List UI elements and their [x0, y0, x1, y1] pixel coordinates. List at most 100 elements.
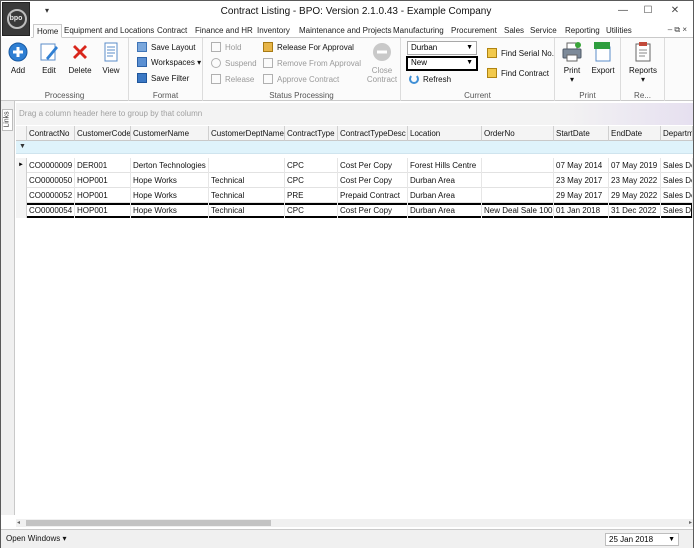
- column-header-customername[interactable]: CustomerName: [131, 126, 209, 141]
- cell-contracttype[interactable]: CPC: [285, 203, 338, 218]
- cell-department[interactable]: Sales De: [661, 158, 693, 173]
- column-header-contracttype[interactable]: ContractType: [285, 126, 338, 141]
- links-tab[interactable]: Links: [2, 109, 13, 131]
- cell-customername[interactable]: Hope Works: [131, 173, 209, 188]
- cell-contracttype[interactable]: CPC: [285, 158, 338, 173]
- cell-customername[interactable]: Hope Works: [131, 203, 209, 218]
- row-indicator[interactable]: [16, 203, 27, 218]
- print-button[interactable]: Print ▾: [557, 41, 587, 84]
- table-row[interactable]: CO0000054 HOP001 Hope Works Technical CPC Cos…: [16, 203, 693, 218]
- cell-contracttypedesc[interactable]: Prepaid Contract: [338, 188, 408, 203]
- cell-contracttypedesc[interactable]: Cost Per Copy: [338, 158, 408, 173]
- row-indicator[interactable]: [16, 173, 27, 188]
- cell-startdate[interactable]: 07 May 2014: [554, 158, 609, 173]
- column-header-contractno[interactable]: ContractNo: [27, 126, 75, 141]
- app-logo[interactable]: bpo: [2, 2, 30, 36]
- workspaces-button[interactable]: Workspaces ▾: [137, 56, 201, 69]
- tab-equipment-and-locations[interactable]: Equipment and Locations: [64, 24, 154, 38]
- cell-startdate[interactable]: 01 Jan 2018: [554, 203, 609, 218]
- cell-enddate[interactable]: 23 May 2022: [609, 173, 661, 188]
- group-by-panel[interactable]: Drag a column header here to group by th…: [16, 103, 693, 125]
- edit-button[interactable]: Edit: [34, 41, 64, 75]
- tab-finance-and-hr[interactable]: Finance and HR: [195, 24, 253, 38]
- column-header-enddate[interactable]: EndDate: [609, 126, 661, 141]
- refresh-button[interactable]: Refresh: [409, 73, 451, 86]
- export-button[interactable]: Export: [588, 41, 618, 75]
- cell-customerdeptname[interactable]: Technical: [209, 188, 285, 203]
- release-for-approval-button[interactable]: Release For Approval: [263, 41, 354, 54]
- cell-customerdeptname[interactable]: Technical: [209, 203, 285, 218]
- suspend-button[interactable]: Suspend: [211, 57, 257, 70]
- column-header-startdate[interactable]: StartDate: [554, 126, 609, 141]
- delete-button[interactable]: Delete: [65, 41, 95, 75]
- cell-customername[interactable]: Derton Technologies: [131, 158, 209, 173]
- cell-contracttype[interactable]: PRE: [285, 188, 338, 203]
- tab-reporting[interactable]: Reporting: [565, 24, 600, 38]
- tab-sales[interactable]: Sales: [504, 24, 524, 38]
- release-button[interactable]: Release: [211, 73, 254, 86]
- column-header-location[interactable]: Location: [408, 126, 482, 141]
- tab-maintenance-and-projects[interactable]: Maintenance and Projects: [299, 24, 392, 38]
- cell-location[interactable]: Durban Area: [408, 203, 482, 218]
- cell-contractno[interactable]: CO0000052: [27, 188, 75, 203]
- cell-orderno[interactable]: [482, 173, 554, 188]
- cell-customername[interactable]: Hope Works: [131, 188, 209, 203]
- auto-filter-row[interactable]: ▼: [16, 141, 693, 154]
- cell-contracttype[interactable]: CPC: [285, 173, 338, 188]
- cell-customercode[interactable]: HOP001: [75, 188, 131, 203]
- scrollbar-thumb[interactable]: [26, 520, 271, 526]
- cell-customercode[interactable]: DER001: [75, 158, 131, 173]
- cell-contracttypedesc[interactable]: Cost Per Copy: [338, 173, 408, 188]
- quick-access-chevron-down-icon[interactable]: ▾: [45, 6, 49, 15]
- table-row[interactable]: CO0000050 HOP001 Hope Works Technical CPC Cos…: [16, 173, 693, 188]
- cell-location[interactable]: Forest Hills Centre: [408, 158, 482, 173]
- tab-contract[interactable]: Contract: [157, 24, 187, 38]
- open-windows-button[interactable]: Open Windows ▾: [6, 534, 67, 543]
- table-row[interactable]: ► CO0000009 DER001 Derton Technologies CPC Co…: [16, 158, 693, 173]
- cell-orderno[interactable]: New Deal Sale 100: [482, 203, 554, 218]
- cell-enddate[interactable]: 29 May 2022: [609, 188, 661, 203]
- column-header-customercode[interactable]: CustomerCode: [75, 126, 131, 141]
- cell-customercode[interactable]: HOP001: [75, 203, 131, 218]
- tab-service[interactable]: Service: [530, 24, 557, 38]
- save-filter-button[interactable]: Save Filter: [137, 72, 189, 85]
- scroll-left-icon[interactable]: ◂: [17, 519, 20, 526]
- tab-home[interactable]: Home: [33, 24, 63, 38]
- cell-enddate[interactable]: 31 Dec 2022: [609, 203, 661, 218]
- hold-button[interactable]: Hold: [211, 41, 241, 54]
- scroll-right-icon[interactable]: ▸: [689, 519, 692, 526]
- cell-contractno[interactable]: CO0000009: [27, 158, 75, 173]
- approve-contract-button[interactable]: Approve Contract: [263, 73, 339, 86]
- current-date-picker[interactable]: 25 Jan 2018 ▼: [605, 533, 679, 546]
- cell-location[interactable]: Durban Area: [408, 173, 482, 188]
- cell-department[interactable]: Sales De: [661, 188, 693, 203]
- cell-contracttypedesc[interactable]: Cost Per Copy: [338, 203, 408, 218]
- tab-manufacturing[interactable]: Manufacturing: [393, 24, 444, 38]
- cell-contractno[interactable]: CO0000050: [27, 173, 75, 188]
- save-layout-button[interactable]: Save Layout: [137, 41, 195, 54]
- row-indicator[interactable]: [16, 188, 27, 203]
- status-combo[interactable]: New ▼: [406, 56, 478, 71]
- column-header-orderno[interactable]: OrderNo: [482, 126, 554, 141]
- find-contract-button[interactable]: Find Contract: [487, 67, 549, 80]
- cell-orderno[interactable]: [482, 188, 554, 203]
- location-combo[interactable]: Durban ▼: [407, 41, 477, 55]
- add-button[interactable]: Add: [3, 41, 33, 75]
- cell-enddate[interactable]: 07 May 2019: [609, 158, 661, 173]
- cell-department[interactable]: Sales De: [661, 203, 693, 218]
- tab-inventory[interactable]: Inventory: [257, 24, 290, 38]
- cell-startdate[interactable]: 29 May 2017: [554, 188, 609, 203]
- horizontal-scrollbar[interactable]: ◂ ▸: [16, 519, 693, 527]
- row-indicator[interactable]: ►: [16, 158, 27, 173]
- close-contract-button[interactable]: Close Contract: [365, 41, 399, 84]
- find-serial-button[interactable]: Find Serial No.: [487, 47, 554, 60]
- table-row[interactable]: CO0000052 HOP001 Hope Works Technical PRE Pre…: [16, 188, 693, 203]
- cell-orderno[interactable]: [482, 158, 554, 173]
- remove-from-approval-button[interactable]: Remove From Approval: [263, 57, 361, 70]
- reports-button[interactable]: Reports ▾: [627, 41, 659, 84]
- view-button[interactable]: View: [96, 41, 126, 75]
- column-header-customerdeptname[interactable]: CustomerDeptName: [209, 126, 285, 141]
- column-header-contracttypedesc[interactable]: ContractTypeDesc: [338, 126, 408, 141]
- cell-startdate[interactable]: 23 May 2017: [554, 173, 609, 188]
- cell-customerdeptname[interactable]: Technical: [209, 173, 285, 188]
